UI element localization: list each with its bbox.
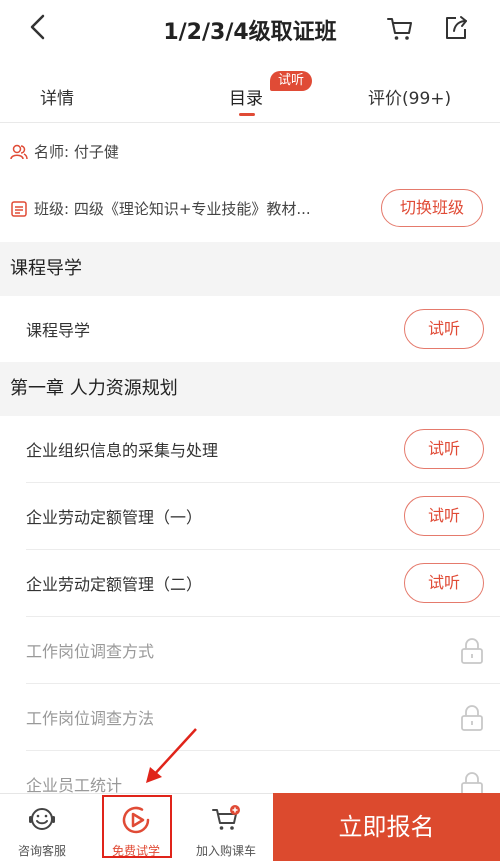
cart-icon[interactable] xyxy=(384,12,416,44)
switch-class-button[interactable]: 切换班级 xyxy=(381,189,483,227)
lesson-row[interactable]: 企业组织信息的采集与处理 试听 xyxy=(0,416,500,483)
active-tab-indicator xyxy=(239,113,255,116)
add-to-cart-label: 加入购课车 xyxy=(195,844,256,858)
lesson-title: 工作岗位调查方法 xyxy=(26,709,155,728)
trial-button[interactable]: 试听 xyxy=(404,496,484,536)
lesson-row[interactable]: 企业劳动定额管理（一） 试听 xyxy=(0,483,500,550)
divider xyxy=(0,122,500,123)
add-to-cart-button[interactable]: 加入购课车 xyxy=(186,794,266,861)
trial-badge: 试听 xyxy=(270,71,313,91)
lock-icon xyxy=(461,705,483,731)
teacher-name: 名师: 付子健 xyxy=(34,143,119,161)
class-row: 班级: 四级《理论知识+专业技能》教材... xyxy=(10,198,311,219)
cart-add-icon xyxy=(212,805,240,830)
trial-button[interactable]: 试听 xyxy=(404,563,484,603)
customer-service-label: 咨询客服 xyxy=(17,844,66,858)
class-name: 班级: 四级《理论知识+专业技能》教材... xyxy=(34,200,311,218)
lesson-title: 企业劳动定额管理（二） xyxy=(26,575,203,594)
lesson-row[interactable]: 工作岗位调查方式 xyxy=(0,617,500,684)
headset-smile-icon xyxy=(29,808,55,830)
app-header: 1/2/3/4级取证班 xyxy=(0,0,500,58)
lesson-title: 企业劳动定额管理（一） xyxy=(26,508,203,527)
trial-button[interactable]: 试听 xyxy=(404,429,484,469)
share-icon[interactable] xyxy=(440,12,472,44)
lesson-row[interactable]: 课程导学 试听 xyxy=(0,296,500,363)
enroll-button[interactable]: 立即报名 xyxy=(273,793,500,861)
section-header: 第一章 人力资源规划 xyxy=(0,362,500,416)
lesson-title: 工作岗位调查方式 xyxy=(26,642,155,661)
section-header: 课程导学 xyxy=(0,242,500,296)
pointer-arrow-icon xyxy=(146,728,197,783)
lock-icon xyxy=(461,638,483,664)
tab-reviews[interactable]: 评价(99+) xyxy=(368,84,451,109)
lesson-row[interactable]: 企业劳动定额管理（二） 试听 xyxy=(0,550,500,617)
lesson-title: 课程导学 xyxy=(26,321,91,340)
tab-catalog[interactable]: 目录 xyxy=(229,84,263,109)
highlight-box xyxy=(102,795,172,858)
class-icon xyxy=(11,200,27,217)
teacher-row: 名师: 付子健 xyxy=(10,141,119,162)
page-title: 1/2/3/4级取证班 xyxy=(163,20,337,45)
trial-button[interactable]: 试听 xyxy=(404,309,484,349)
tab-details[interactable]: 详情 xyxy=(40,84,74,109)
teacher-icon xyxy=(10,144,28,159)
lesson-row[interactable]: 工作岗位调查方法 xyxy=(0,684,500,751)
lesson-title: 企业组织信息的采集与处理 xyxy=(26,441,219,460)
customer-service-button[interactable]: 咨询客服 xyxy=(2,794,82,861)
